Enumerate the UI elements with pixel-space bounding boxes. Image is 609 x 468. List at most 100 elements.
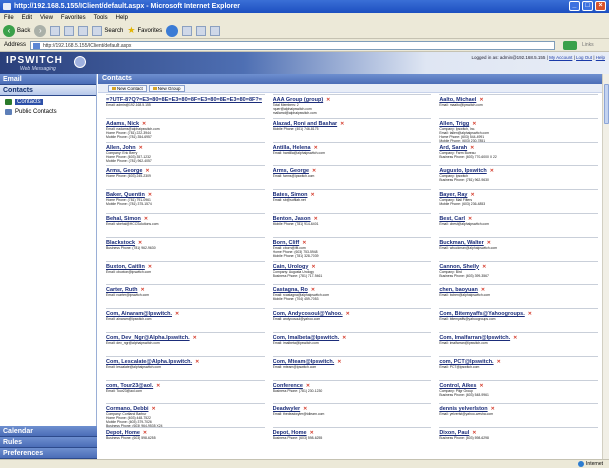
contact-name-link[interactable]: Adams, Nick	[106, 121, 139, 127]
contact-name-link[interactable]: Cannon, Shelly	[439, 264, 479, 270]
menu-view[interactable]: View	[40, 13, 53, 23]
my-account-link[interactable]: My Account	[549, 55, 572, 60]
folder-contacts[interactable]: Contacts	[0, 97, 96, 106]
nav-email[interactable]: Email	[0, 74, 96, 85]
folder-public-contacts[interactable]: Public Contacts	[0, 107, 96, 116]
scroll-thumb[interactable]	[604, 84, 609, 124]
delete-contact-icon[interactable]: ✕	[139, 145, 143, 151]
delete-contact-icon[interactable]: ✕	[479, 383, 483, 389]
delete-contact-icon[interactable]: ✕	[340, 121, 344, 127]
contact-name-link[interactable]: Ard, Sarah	[439, 145, 467, 151]
close-button[interactable]: ×	[595, 1, 606, 11]
nav-contacts[interactable]: Contacts	[0, 85, 96, 96]
refresh-icon[interactable]	[64, 25, 75, 36]
contact-card: Castagna, Ro ✕ Email: rcastagna@alphaipswi…	[272, 284, 432, 308]
new-contact-button[interactable]: New Contact	[108, 85, 147, 92]
delete-contact-icon[interactable]: ✕	[311, 192, 315, 198]
delete-contact-icon[interactable]: ✕	[138, 240, 142, 246]
contact-card: Conference ✕ Business Phone: (781) 230-123…	[272, 379, 432, 404]
contact-name-link[interactable]: Allen, John	[106, 145, 136, 151]
new-group-button[interactable]: New Group	[148, 85, 185, 92]
address-label: Address	[4, 42, 27, 48]
delete-contact-icon[interactable]: ✕	[482, 264, 486, 270]
back-button[interactable]: ‹ Back	[3, 24, 30, 37]
menu-file[interactable]: File	[4, 13, 14, 23]
search-button[interactable]: Search	[92, 25, 123, 36]
contact-name-link[interactable]: Alazad, Roni and Bashar	[273, 121, 338, 127]
contact-detail: Email: yelverlst@yahoo-wesha.com	[439, 412, 494, 417]
delete-contact-icon[interactable]: ✕	[490, 168, 494, 174]
delete-contact-icon[interactable]: ✕	[306, 383, 310, 389]
delete-contact-icon[interactable]: ✕	[346, 311, 350, 317]
delete-contact-icon[interactable]: ✕	[311, 264, 315, 270]
folder-public-contacts-label: Public Contacts	[15, 108, 57, 115]
delete-contact-icon[interactable]: ✕	[472, 121, 476, 127]
print-icon[interactable]	[196, 25, 207, 36]
delete-contact-icon[interactable]: ✕	[528, 311, 532, 317]
minimize-button[interactable]: _	[569, 1, 580, 11]
contact-name-link[interactable]: Antilla, Helena	[273, 145, 311, 151]
delete-contact-icon[interactable]: ✕	[195, 359, 199, 365]
contact-detail: Email: sb@softlab.net	[272, 198, 306, 203]
menu-bar: File Edit View Favorites Tools Help	[0, 13, 609, 23]
help-link[interactable]: Help	[596, 55, 605, 60]
logout-link[interactable]: Log Out	[576, 55, 592, 60]
forward-button[interactable]: ›	[34, 24, 47, 37]
contact-card: Bates, Simon ✕ Email: sb@softlab.net	[272, 189, 432, 213]
new-contact-label: New Contact	[117, 85, 143, 91]
contact-card: com, PCT@Ipswitch. ✕ Email: PCT@ipswitch.c…	[439, 355, 598, 380]
delete-contact-icon[interactable]: ✕	[497, 359, 501, 365]
contact-name-link[interactable]: Buckman, Walter	[439, 240, 483, 246]
edit-icon[interactable]	[210, 25, 221, 36]
delete-contact-icon[interactable]: ✕	[487, 240, 491, 246]
delete-contact-icon[interactable]: ✕	[470, 145, 474, 151]
stop-icon[interactable]	[50, 25, 61, 36]
delete-contact-icon[interactable]: ✕	[342, 335, 346, 341]
menu-tools[interactable]: Tools	[94, 13, 108, 23]
contact-detail: Email: sbehal@HCCSolutions.com	[106, 221, 159, 226]
contact-name-link[interactable]: com, Tour23@aol.	[106, 383, 153, 389]
delete-contact-icon[interactable]: ✕	[326, 97, 330, 103]
contact-name-link[interactable]: Allen, Trigg	[439, 121, 469, 127]
address-input[interactable]: http://192.168.5.155/IClient/default.asp…	[30, 41, 555, 50]
contact-name-link[interactable]: Born, Cliff	[273, 240, 300, 246]
delete-contact-icon[interactable]: ✕	[148, 264, 152, 270]
address-bar: Address http://192.168.5.155/IClient/def…	[0, 39, 609, 52]
contact-name-link[interactable]: Com, Mteam@Ipswitch.	[273, 359, 335, 365]
menu-edit[interactable]: Edit	[22, 13, 32, 23]
links-label[interactable]: Links	[582, 39, 594, 52]
contact-card: Com, Dev_Ngr@Alpha.Ipswitch. ✕ Email: dev_…	[106, 331, 265, 356]
contact-name-link[interactable]: Conference	[273, 383, 303, 389]
delete-contact-icon[interactable]: ✕	[513, 335, 517, 341]
nav-calendar[interactable]: Calendar	[0, 426, 97, 437]
delete-contact-icon[interactable]: ✕	[156, 383, 160, 389]
nav-rules[interactable]: Rules	[0, 437, 97, 448]
menu-help[interactable]: Help	[116, 13, 128, 23]
delete-contact-icon[interactable]: ✕	[302, 240, 306, 246]
maximize-button[interactable]: □	[582, 1, 593, 11]
mail-icon[interactable]	[182, 25, 193, 36]
contact-detail: Email: rcarter@ipswitch.com	[106, 293, 150, 298]
nav-preferences[interactable]: Preferences	[0, 448, 97, 459]
contact-name-link[interactable]: Control, Aikes	[439, 383, 476, 389]
favorites-button[interactable]: ★ Favorites	[127, 25, 162, 36]
contact-name-link[interactable]: Buxton, Caitlin	[106, 264, 145, 270]
history-icon[interactable]	[166, 24, 179, 37]
delete-contact-icon[interactable]: ✕	[142, 121, 146, 127]
contact-detail: Business Phone: (603) 399-3567	[439, 273, 489, 278]
menu-favorites[interactable]: Favorites	[61, 13, 86, 23]
delete-contact-icon[interactable]: ✕	[314, 145, 318, 151]
delete-contact-icon[interactable]: ✕	[193, 335, 197, 341]
contact-name-link[interactable]: com, PCT@Ipswitch.	[439, 359, 493, 365]
contact-card: Carter, Ruth ✕ Email: rcarter@ipswitch.com	[106, 284, 265, 308]
sidebar: Email Contacts Contacts Public Contacts …	[0, 74, 97, 459]
delete-contact-icon[interactable]: ✕	[175, 311, 179, 317]
home-icon[interactable]	[78, 25, 89, 36]
contact-name-link[interactable]: Com, Lescalate@Alpha.Ipswitch.	[106, 359, 192, 365]
contact-name-link[interactable]: Blackstock	[106, 240, 135, 246]
vertical-scrollbar[interactable]	[602, 74, 609, 459]
delete-contact-icon[interactable]: ✕	[337, 359, 341, 365]
contact-name-link[interactable]: Cain, Urology	[273, 264, 309, 270]
go-button[interactable]	[563, 41, 577, 50]
delete-contact-icon[interactable]: ✕	[151, 406, 155, 412]
